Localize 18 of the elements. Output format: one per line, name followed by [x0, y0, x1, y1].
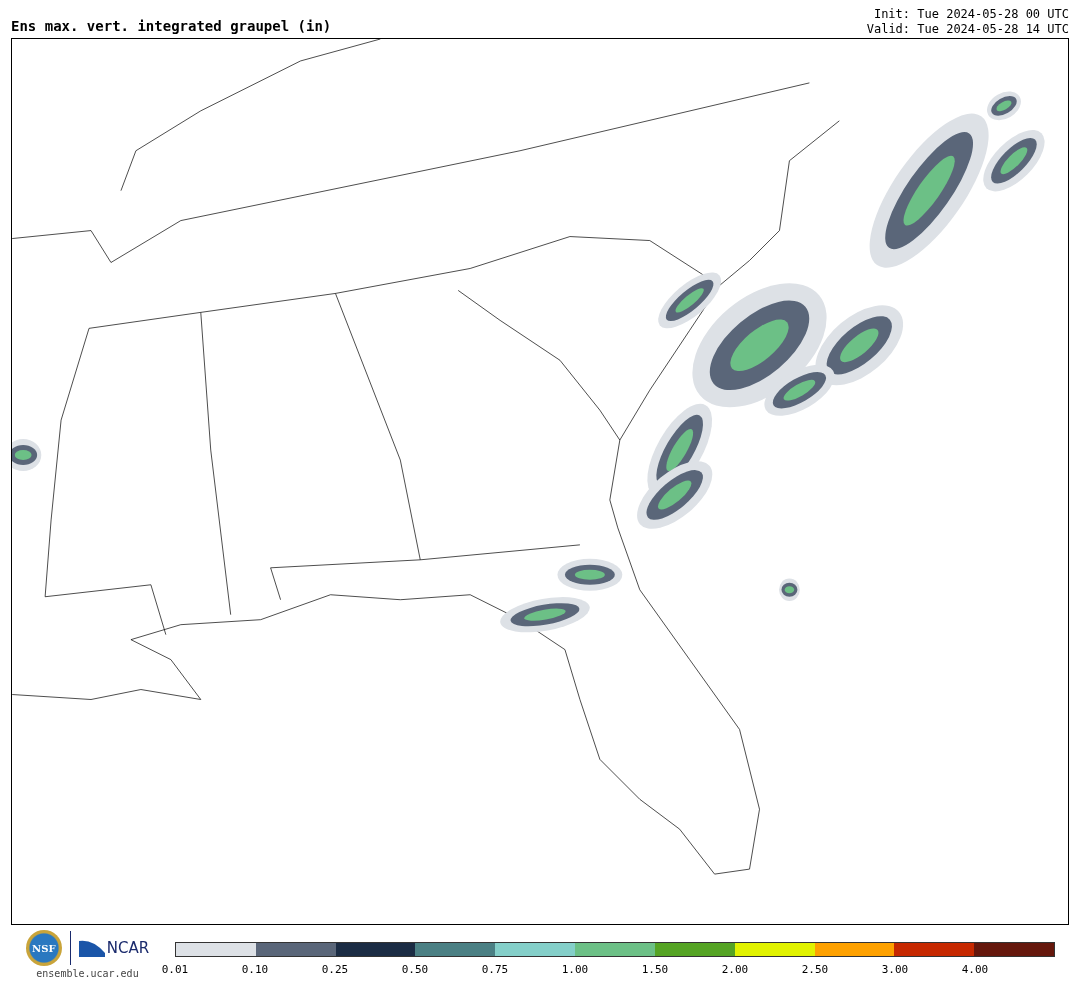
tick-label: 1.00	[561, 963, 589, 976]
tick-label: 0.75	[481, 963, 509, 976]
tick-label: 2.00	[721, 963, 749, 976]
init-time: Init: Tue 2024-05-28 00 UTC	[873, 7, 1069, 22]
chart-title: Ens max. vert. integrated graupel (in)	[11, 18, 332, 34]
tick-label: 0.50	[401, 963, 429, 976]
valid-time: Valid: Tue 2024-05-28 14 UTC	[866, 22, 1069, 37]
tick-label: 2.50	[801, 963, 829, 976]
tick-label: 3.00	[881, 963, 909, 976]
nsf-logo: NSF	[25, 930, 62, 966]
tick-label: 1.50	[641, 963, 669, 976]
tick-label: 0.01	[161, 963, 189, 976]
ncar-logo: NCAR	[106, 939, 150, 957]
tick-label: 4.00	[961, 963, 989, 976]
tick-label: 0.10	[241, 963, 269, 976]
swoosh-icon	[78, 939, 105, 957]
site-url: ensemble.ucar.edu	[36, 968, 139, 979]
tick-label: 0.25	[321, 963, 349, 976]
